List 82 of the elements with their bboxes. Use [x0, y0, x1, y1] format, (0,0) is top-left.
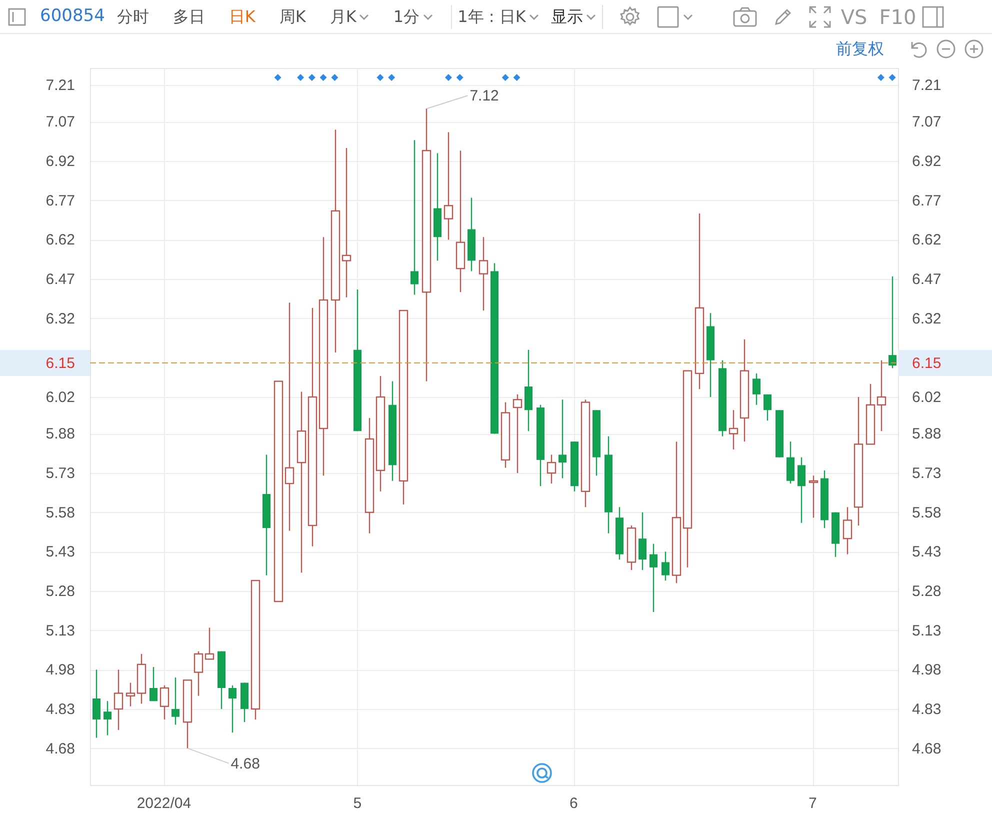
- y-axis-label: 7.21: [46, 77, 75, 94]
- price-adjust-link[interactable]: 前复权: [836, 37, 884, 61]
- extreme-value-label: 7.12: [470, 88, 499, 105]
- y-axis-label: 4.98: [46, 662, 75, 679]
- y-axis-label: 6.92: [46, 153, 75, 170]
- ref-line-label: 6.15: [46, 354, 75, 372]
- y-axis-label: 6.02: [46, 389, 75, 406]
- y-axis-label: 7.21: [912, 77, 942, 94]
- event-marker-icon[interactable]: [297, 74, 304, 81]
- leader-line: [426, 95, 468, 110]
- y-axis-label: 5.58: [912, 504, 942, 522]
- event-marker-icon[interactable]: [274, 74, 282, 81]
- settings-icon[interactable]: [618, 6, 641, 28]
- pencil-icon[interactable]: [772, 6, 793, 26]
- y-axis-label: 5.88: [46, 426, 75, 443]
- panel-icon[interactable]: [922, 6, 944, 28]
- candlestick: [876, 360, 886, 432]
- current-price-label: 6.15: [0, 350, 90, 376]
- y-axis-label: 6.47: [46, 271, 75, 288]
- period-tab[interactable]: 1分: [387, 4, 439, 28]
- zoom-in-icon[interactable]: [964, 39, 984, 59]
- y-axis-label: 5.13: [46, 622, 75, 640]
- caret-icon: [682, 14, 693, 20]
- y-axis-label: 6.02: [912, 389, 942, 406]
- stock-code: 600854: [39, 4, 106, 28]
- y-axis-label: 6.62: [46, 232, 75, 249]
- y-axis-label: 6.92: [912, 153, 942, 170]
- event-marker-icon[interactable]: [376, 74, 384, 81]
- event-marker-icon[interactable]: [320, 74, 327, 81]
- y-axis-label: 6.62: [912, 232, 942, 249]
- y-axis-label: 4.83: [46, 700, 75, 718]
- extreme-value-label: 4.68: [230, 755, 260, 772]
- y-axis-label: 5.13: [912, 622, 942, 640]
- period-tab[interactable]: 月K: [324, 4, 376, 28]
- y-axis-label: 4.68: [912, 740, 942, 758]
- y-axis-label: 5.43: [912, 544, 942, 561]
- x-axis-label: 5: [353, 795, 362, 812]
- period-tab[interactable]: 多日: [166, 4, 211, 28]
- y-axis-label: 6.77: [46, 192, 75, 210]
- panel-toggle-icon[interactable]: [8, 8, 26, 26]
- y-axis-label: 4.68: [46, 740, 75, 758]
- x-axis-label: 6: [570, 795, 578, 812]
- y-axis-label: 5.28: [912, 583, 942, 600]
- zoom-out-icon[interactable]: [936, 39, 956, 59]
- y-axis-label: 4.98: [912, 662, 942, 679]
- event-marker-icon[interactable]: [888, 74, 896, 81]
- y-axis-label: 5.58: [46, 504, 75, 522]
- y-axis-label: 6.32: [912, 310, 942, 328]
- x-axis-label: 2022/04: [136, 795, 192, 812]
- y-axis-label: 5.73: [46, 465, 75, 482]
- event-marker-icon[interactable]: [331, 74, 338, 81]
- x-axis-label: 7: [808, 795, 817, 812]
- square-icon[interactable]: [656, 6, 679, 28]
- y-axis-label: 7.07: [46, 114, 75, 131]
- period-tab[interactable]: 分时: [110, 4, 155, 28]
- circle-handle-icon[interactable]: [532, 763, 552, 783]
- candlestick: [500, 402, 510, 468]
- y-axis-label: 7.07: [912, 114, 942, 131]
- y-axis-label: 5.43: [46, 544, 75, 561]
- y-axis-label: 5.88: [912, 426, 942, 443]
- caret-icon: [528, 14, 539, 20]
- caret-icon: [586, 14, 596, 20]
- event-marker-icon[interactable]: [308, 74, 316, 81]
- y-axis-label: 5.73: [912, 465, 942, 482]
- display-dropdown[interactable]: 显示: [544, 4, 602, 28]
- event-marker-icon[interactable]: [444, 74, 452, 81]
- y-axis-label: 6.47: [912, 271, 942, 288]
- period-tab[interactable]: 周K: [273, 4, 312, 28]
- fullscreen-icon[interactable]: [808, 6, 831, 28]
- event-marker-icon[interactable]: [513, 74, 520, 81]
- leader-line: [187, 748, 230, 764]
- event-marker-icon[interactable]: [456, 74, 464, 81]
- event-marker-icon[interactable]: [502, 74, 509, 81]
- y-axis-label: 4.83: [912, 700, 942, 718]
- event-marker-icon[interactable]: [388, 74, 396, 81]
- y-axis-label: 5.28: [46, 583, 75, 600]
- event-marker-icon[interactable]: [877, 74, 884, 81]
- current-price-label: 6.15: [898, 350, 992, 376]
- y-axis-label: 6.32: [46, 310, 75, 328]
- range-dropdown[interactable]: 1年 : 日K: [452, 4, 545, 28]
- y-axis-label: 6.77: [912, 192, 942, 210]
- camera-icon[interactable]: [732, 6, 757, 26]
